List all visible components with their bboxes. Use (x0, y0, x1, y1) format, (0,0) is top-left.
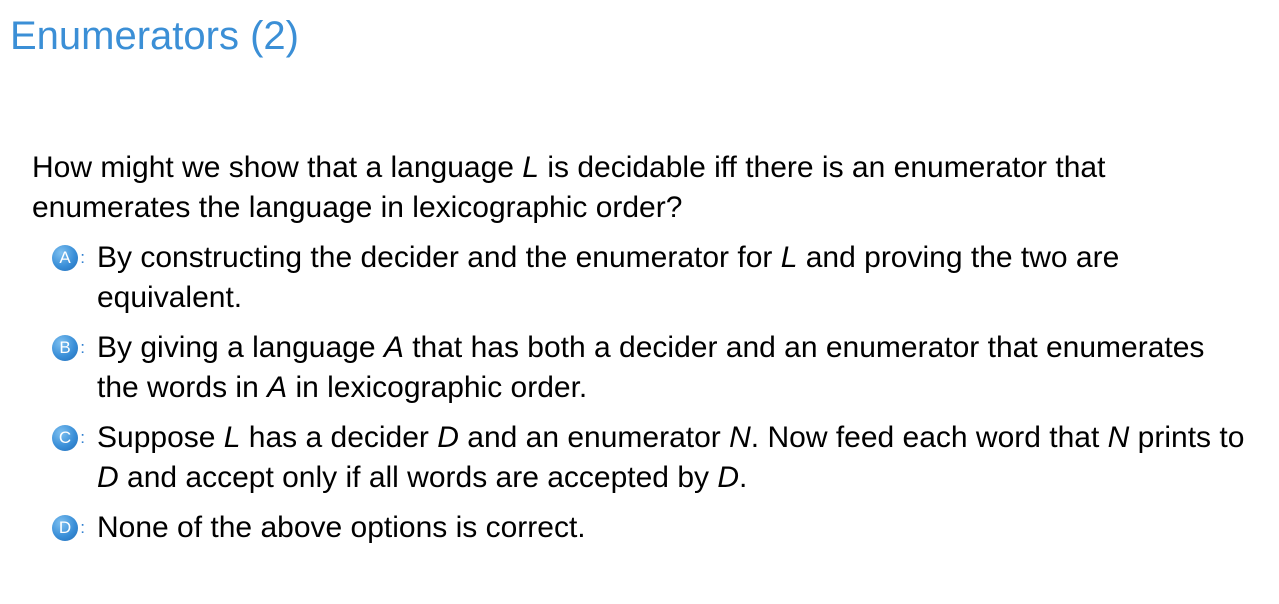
math-variable: D (717, 461, 740, 494)
option-text-part: has a decider (240, 421, 438, 454)
option-text-part: By giving a language (97, 331, 384, 364)
option-b-badge-icon: B: (52, 335, 85, 361)
question-text-part: How might we show that a language (32, 151, 523, 184)
option-d-text: None of the above options is correct. (97, 508, 1252, 548)
option-text-part: and accept only if all words are accepte… (118, 461, 718, 494)
option-c-badge-icon: C: (52, 425, 85, 451)
option-text-part: in lexicographic order. (287, 371, 588, 404)
option-c[interactable]: C: Suppose L has a decider D and an enum… (52, 418, 1252, 498)
option-letter: D (58, 518, 72, 537)
math-variable: N (1107, 421, 1130, 454)
math-variable: A (267, 371, 288, 404)
option-d[interactable]: D: None of the above options is correct. (52, 508, 1252, 548)
option-text-part: None of the above options is correct. (97, 511, 586, 544)
answer-options-list: A: By constructing the decider and the e… (52, 238, 1252, 558)
option-text-part: and an enumerator (458, 421, 730, 454)
math-variable: L (780, 241, 798, 274)
math-variable: A (383, 331, 404, 364)
math-variable: L (522, 151, 539, 184)
option-text-part: prints to (1129, 421, 1245, 454)
badge-colon: : (80, 248, 85, 267)
option-text-part: Suppose (97, 421, 224, 454)
option-letter: A (59, 248, 71, 267)
math-variable: N (729, 421, 751, 454)
badge-colon: : (80, 518, 85, 537)
option-b[interactable]: B: By giving a language A that has both … (52, 328, 1252, 408)
option-b-text: By giving a language A that has both a d… (97, 328, 1252, 408)
option-c-text: Suppose L has a decider D and an enumera… (97, 418, 1252, 498)
option-a[interactable]: A: By constructing the decider and the e… (52, 238, 1252, 318)
option-letter: C (58, 428, 72, 447)
option-text-part: By constructing the decider and the enum… (97, 241, 781, 274)
slide-title: Enumerators (2) (10, 14, 299, 58)
math-variable: D (97, 461, 119, 494)
badge-colon: : (80, 338, 85, 357)
badge-colon: : (80, 428, 85, 447)
option-d-badge-icon: D: (52, 515, 85, 541)
question-text: How might we show that a language L is d… (32, 148, 1252, 228)
math-variable: L (223, 421, 241, 454)
option-text-part: . Now feed each word that (750, 421, 1108, 454)
option-text-part: . (739, 461, 748, 494)
option-letter: B (59, 338, 71, 357)
option-a-text: By constructing the decider and the enum… (97, 238, 1252, 318)
option-a-badge-icon: A: (52, 245, 85, 271)
math-variable: D (437, 421, 459, 454)
